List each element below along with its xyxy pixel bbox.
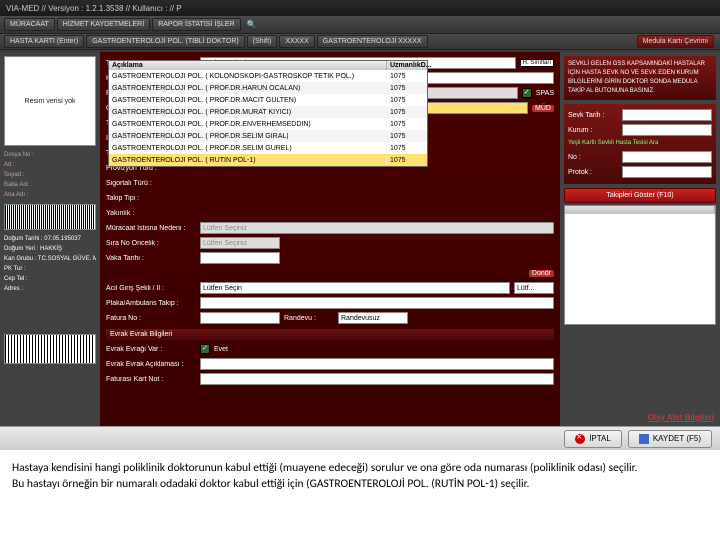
acil-il-select[interactable]: Lütf... — [514, 282, 554, 294]
vaka-tarih-input[interactable] — [200, 252, 280, 264]
barcode-2 — [4, 334, 96, 364]
patient-photo: Resim verisi yok — [4, 56, 96, 146]
dropdown-row[interactable]: GASTROENTEROLOJİ POL. ( PROF.DR.ENVERHEM… — [109, 118, 427, 130]
toolbar-muracaat[interactable]: MÜRACAAT — [4, 18, 55, 31]
evrak-var-checkbox[interactable]: ✓ — [200, 344, 210, 354]
mud-badge[interactable]: MÜD — [532, 105, 554, 112]
right-panel: SEVKLİ GELEN GSS KAPSAMINDAKİ HASTALAR İ… — [560, 52, 720, 450]
sevkli-ara-link[interactable]: Yeşil Kartlı Sevkli Hasta Tesisi Ara — [568, 139, 712, 148]
instruction-text: Hastaya kendisini hangi poliklinik dokto… — [0, 450, 720, 502]
plaka-input[interactable] — [200, 297, 554, 309]
section-evrak-header: Evrak Evrak Bilgileri — [106, 329, 554, 340]
sub-btn-5[interactable]: GASTROENTEROLOJİ XXXXX — [317, 35, 428, 48]
evrak-aciklama-input[interactable] — [200, 358, 554, 370]
randevu-select[interactable]: Randevusuz — [338, 312, 408, 324]
sub-toolbar: HASTA KARTI (Enter) GASTROENTEROLOJİ POL… — [0, 34, 720, 50]
toolbar-hizmetkayit[interactable]: HİZMET KAYDETMELERİ — [57, 18, 150, 31]
sub-btn-pol[interactable]: GASTROENTEROLOJİ POL. (TIBLİ DOKTOR) — [86, 35, 245, 48]
dropdown-row[interactable]: GASTROENTEROLOJİ POL. ( RUTİN POL-1)1075 — [109, 154, 427, 166]
sevk-form: Sevk Tarih : Kurum : Yeşil Kartlı Sevkli… — [564, 104, 716, 184]
protokol-input[interactable] — [622, 166, 712, 178]
sub-btn-medula[interactable]: Medula Kartı Çevrimi — [637, 35, 714, 48]
sevk-banner: SEVKLİ GELEN GSS KAPSAMINDAKİ HASTALAR İ… — [564, 56, 716, 100]
acil-giris-select[interactable]: Lütfen Seçin — [200, 282, 510, 294]
sub-btn-shift[interactable]: (Shift) — [247, 35, 278, 48]
title-bar: VIA-MED // Versiyon : 1.2.1.3538 // Kull… — [0, 0, 720, 16]
patient-meta: Dosya No : Ad : Soyad : Baba Adı : Ana A… — [4, 150, 96, 200]
sub-btn-4[interactable]: XXXXX — [279, 35, 314, 48]
save-icon — [639, 434, 649, 444]
sub-btn-hastakarti[interactable]: HASTA KARTI (Enter) — [4, 35, 84, 48]
kurum-input[interactable] — [622, 124, 712, 136]
olay-afet-link[interactable]: Olay Afet Bilgileri — [648, 413, 714, 422]
no-input[interactable] — [622, 151, 712, 163]
takipleri-goster-button[interactable]: Takipleri Göster (F10) — [564, 188, 716, 203]
barcode-1 — [4, 204, 96, 230]
donor-badge[interactable]: Donör — [529, 270, 554, 277]
dropdown-row[interactable]: GASTROENTEROLOJİ POL. ( PROF.DR.MACİT GÜ… — [109, 94, 427, 106]
footer-bar: İPTAL KAYDET (F5) — [0, 426, 720, 450]
dropdown-header: Açıklama UzmanlıkD... — [109, 61, 427, 70]
dropdown-row[interactable]: GASTROENTEROLOJİ POL. ( PROF.DR.MURAT KI… — [109, 106, 427, 118]
dropdown-row[interactable]: GASTROENTEROLOJİ POL. ( PROF.DR.HARUN OC… — [109, 82, 427, 94]
search-icon[interactable]: 🔍 — [247, 20, 257, 29]
spas-checkbox[interactable]: ✓ — [522, 88, 532, 98]
main-toolbar: MÜRACAAT HİZMET KAYDETMELERİ RAPOR İSTAT… — [0, 16, 720, 34]
fatura-no-input[interactable] — [200, 312, 280, 324]
iptal-button[interactable]: İPTAL — [564, 430, 622, 448]
dropdown-row[interactable]: GASTROENTEROLOJİ POL. ( PROF.DR.SELİM GÜ… — [109, 142, 427, 154]
fatura-kart-not-input[interactable] — [200, 373, 554, 385]
patient-sidebar: Resim verisi yok Dosya No : Ad : Soyad :… — [0, 52, 100, 450]
app-window: VIA-MED // Versiyon : 1.2.1.3538 // Kull… — [0, 0, 720, 450]
app-title: VIA-MED // Versiyon : 1.2.1.3538 // Kull… — [6, 4, 182, 13]
dropdown-row[interactable]: GASTROENTEROLOJİ POL. ( KOLONOSKOPİ-GAST… — [109, 70, 427, 82]
right-table — [564, 205, 716, 325]
kaydet-button[interactable]: KAYDET (F5) — [628, 430, 712, 448]
cancel-icon — [575, 434, 585, 444]
muracaat-neden-select[interactable]: Lütfen Seçiniz — [200, 222, 554, 234]
sevk-tarih-input[interactable] — [622, 109, 712, 121]
toolbar-rapor[interactable]: RAPOR İSTATİSİ İŞLER — [152, 18, 240, 31]
dropdown-row[interactable]: GASTROENTEROLOJİ POL. ( PROF.DR.SELİM Gİ… — [109, 130, 427, 142]
sira-oncelik-select[interactable]: Lütfen Seçiniz — [200, 237, 280, 249]
servis-dropdown[interactable]: Açıklama UzmanlıkD... GASTROENTEROLOJİ P… — [108, 60, 428, 167]
